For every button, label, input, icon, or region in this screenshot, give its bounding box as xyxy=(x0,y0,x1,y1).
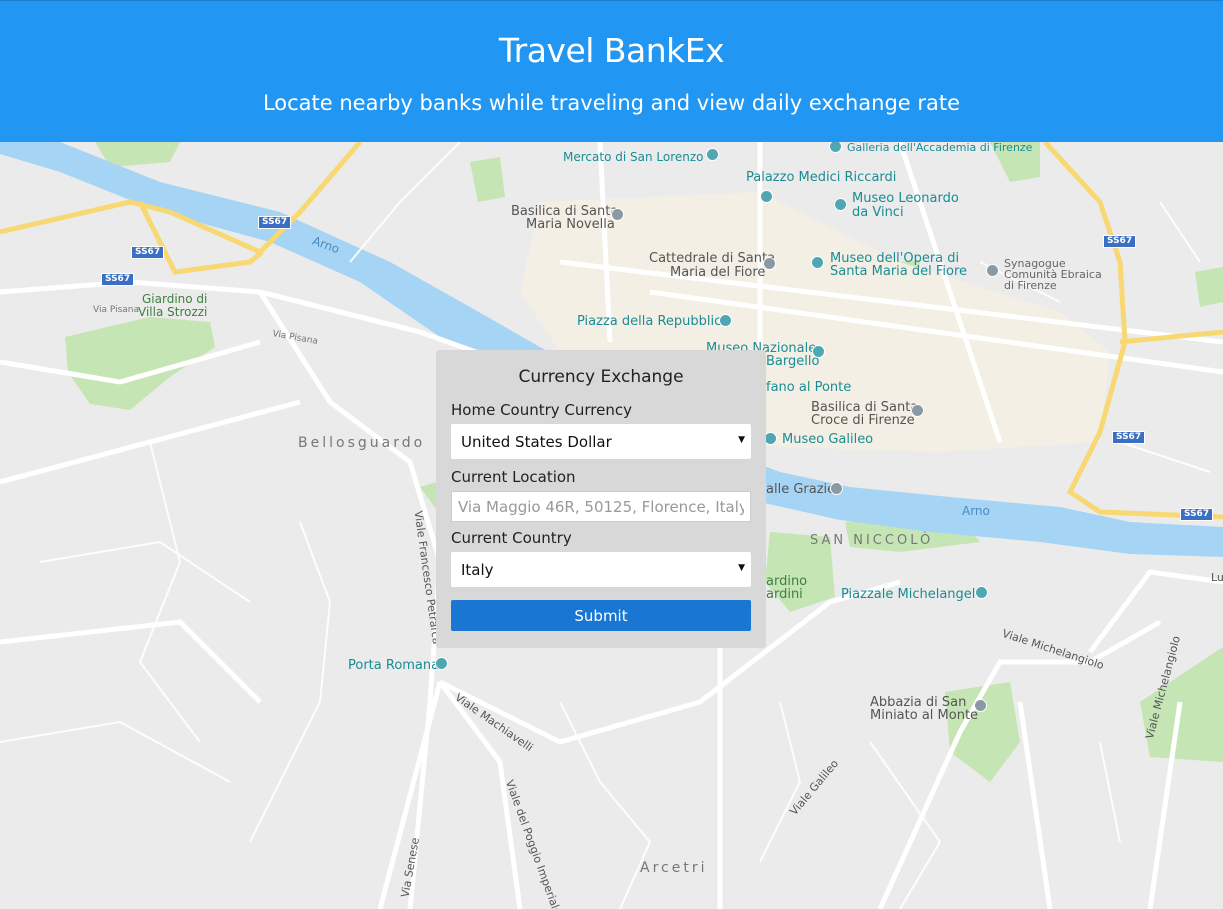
current-location-input[interactable] xyxy=(451,491,751,522)
museum-icon-opera[interactable] xyxy=(811,256,824,269)
map-label-repubblica: Piazza della Repubblica xyxy=(577,314,730,329)
dropdown-caret-icon: ▼ xyxy=(738,563,745,573)
map-label-arno-2: Arno xyxy=(962,504,990,518)
map-label-galleria: Galleria dell'Accademia di Firenze xyxy=(847,142,1033,154)
map-label-medici: Palazzo Medici Riccardi xyxy=(746,170,897,185)
map-label-mercato: Mercato di San Lorenzo xyxy=(563,150,704,164)
highway-shield: SS67 xyxy=(1112,431,1146,444)
submit-button[interactable]: Submit xyxy=(451,600,751,631)
map-label-cattedrale-1: Cattedrale di Santa xyxy=(649,251,776,266)
museum-icon-bargello[interactable] xyxy=(812,345,825,358)
map-label-santa-croce-2: Croce di Firenze xyxy=(811,413,915,428)
map-label-galileo: Museo Galileo xyxy=(782,432,874,447)
synagogue-icon[interactable] xyxy=(986,264,999,277)
panel-title: Currency Exchange xyxy=(518,367,684,387)
map-label-bellosguardo: Bellosguardo xyxy=(298,435,426,451)
map-label-porta-romana: Porta Romana xyxy=(348,658,440,673)
map-label-grazie: alle Grazie xyxy=(766,482,836,497)
currency-exchange-panel: Currency Exchange Home Country Currency … xyxy=(436,350,766,648)
church-icon-abbazia[interactable] xyxy=(974,699,987,712)
current-location-label: Current Location xyxy=(451,468,576,486)
map-label-santa-maria-2: Maria Novella xyxy=(526,217,615,232)
highway-shield: SS67 xyxy=(1103,235,1137,248)
highway-shield: SS67 xyxy=(1180,508,1214,521)
dropdown-caret-icon: ▼ xyxy=(738,435,745,445)
map-label-giardino-1: Giardino di xyxy=(142,292,208,306)
home-currency-value: United States Dollar xyxy=(461,432,612,451)
highway-shield: SS67 xyxy=(101,273,135,286)
map-label-cattedrale-2: Maria del Fiore xyxy=(670,265,766,280)
map-label-lu: Lu xyxy=(1211,571,1223,584)
app-header: Travel BankEx Locate nearby banks while … xyxy=(0,0,1223,142)
landmark-icon-porta-romana[interactable] xyxy=(435,657,448,670)
square-icon-repubblica[interactable] xyxy=(719,314,732,327)
app-subtitle: Locate nearby banks while traveling and … xyxy=(262,91,961,115)
current-country-select[interactable]: Italy ▼ xyxy=(451,552,751,587)
map-label-leonardo-2: da Vinci xyxy=(852,205,904,220)
map-label-michelangelo: Piazzale Michelangelo xyxy=(841,587,984,602)
museum-icon-leonardo[interactable] xyxy=(834,198,847,211)
current-country-label: Current Country xyxy=(451,529,572,547)
map-label-san-niccolo: SAN NICCOLÒ xyxy=(810,533,934,548)
map-label-bargello-2: Bargello xyxy=(766,354,820,369)
map-label-opera-2: Santa Maria del Fiore xyxy=(830,264,968,279)
map-label-ponte: fano al Ponte xyxy=(766,380,852,395)
map-label-synagogue-3: di Firenze xyxy=(1004,279,1057,292)
home-currency-label: Home Country Currency xyxy=(451,401,633,419)
current-country-value: Italy xyxy=(461,560,494,579)
map-label-leonardo-1: Museo Leonardo xyxy=(852,191,959,206)
home-currency-select[interactable]: United States Dollar ▼ xyxy=(451,424,751,459)
map-label-bardini-2: ardini xyxy=(766,587,803,602)
museum-icon-medici[interactable] xyxy=(760,190,773,203)
map-label-arcetri: Arcetri xyxy=(640,860,708,876)
church-icon-santa-croce[interactable] xyxy=(911,404,924,417)
app-title: Travel BankEx xyxy=(498,31,725,70)
park-e xyxy=(1195,267,1223,307)
viewpoint-icon-michelangelo[interactable] xyxy=(975,586,988,599)
map-label-abbazia-2: Miniato al Monte xyxy=(870,708,979,723)
market-icon[interactable] xyxy=(706,148,719,161)
park-small xyxy=(470,157,505,202)
map-label-giardino-2: Villa Strozzi xyxy=(138,305,208,319)
church-icon-santa-maria[interactable] xyxy=(611,208,624,221)
highway-shield: SS67 xyxy=(258,216,292,229)
map-label-via-pisana: Via Pisana xyxy=(93,305,139,315)
bridge-icon[interactable] xyxy=(830,482,843,495)
church-icon-cattedrale[interactable] xyxy=(763,257,776,270)
highway-shield: SS67 xyxy=(131,246,165,259)
